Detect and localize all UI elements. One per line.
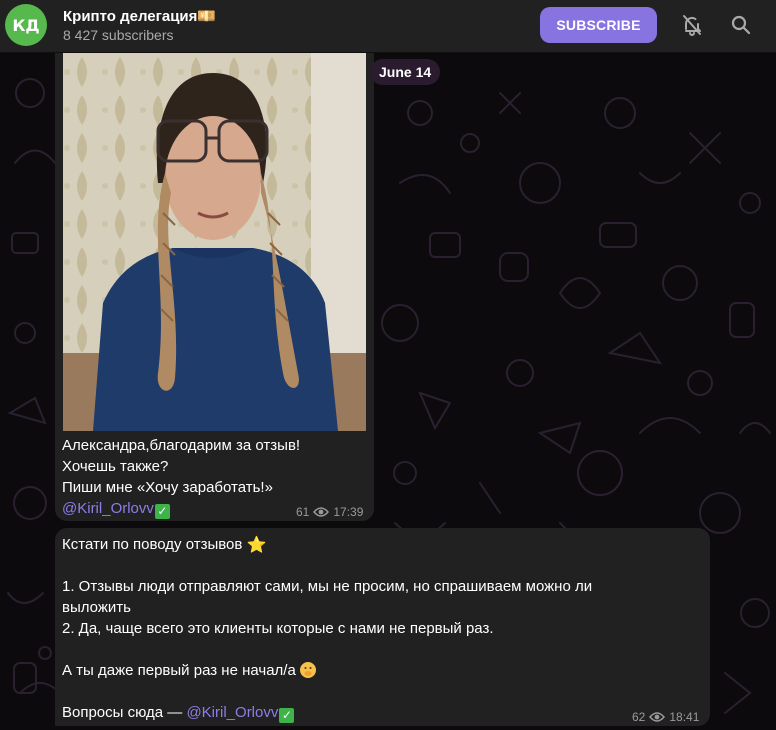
text-line: А ты даже первый раз не начал/а bbox=[62, 660, 702, 681]
bell-off-icon[interactable] bbox=[680, 13, 704, 37]
caption-line: Александра,благодарим за отзыв! bbox=[62, 437, 301, 454]
message-bubble[interactable]: Александра,благодарим за отзыв! Хочешь т… bbox=[55, 53, 374, 521]
username-link[interactable]: @Kiril_Orlovv bbox=[62, 500, 154, 517]
subscriber-count: 8 427 subscribers bbox=[63, 27, 174, 43]
message-bubble[interactable]: Кстати по поводу отзывов ⭐ 1. Отзывы люд… bbox=[55, 528, 710, 726]
text-line: 2. Да, чаще всего это клиенты которые с … bbox=[62, 620, 494, 637]
text-span: Вопросы сюда — bbox=[62, 704, 187, 721]
chat-header: КД Крипто делегация💴 8 427 subscribers S… bbox=[0, 0, 776, 53]
channel-avatar[interactable]: КД bbox=[5, 4, 47, 46]
text-line: Кстати по поводу отзывов ⭐ bbox=[62, 534, 702, 555]
text-span: Кстати по поводу отзывов bbox=[62, 536, 243, 553]
check-mark-icon: ✓ bbox=[279, 708, 295, 723]
caption-line: Пиши мне «Хочу заработать!» bbox=[62, 479, 273, 496]
message-meta: 62 18:41 bbox=[632, 710, 699, 724]
message-text: Кстати по поводу отзывов ⭐ 1. Отзывы люд… bbox=[62, 534, 702, 723]
eye-icon bbox=[313, 507, 330, 517]
message-photo[interactable] bbox=[63, 53, 366, 431]
star-icon: ⭐ bbox=[246, 535, 267, 554]
text-line: выложить bbox=[62, 599, 131, 616]
message-time: 17:39 bbox=[333, 505, 364, 519]
eye-icon bbox=[649, 712, 666, 722]
message-meta: 61 17:39 bbox=[296, 505, 363, 519]
text-span: А ты даже первый раз не начал/а bbox=[62, 662, 296, 679]
username-link[interactable]: @Kiril_Orlovv bbox=[186, 704, 278, 721]
caption-line: Хочешь также? bbox=[62, 458, 169, 475]
text-line: Вопросы сюда — @Kiril_Orlovv ✓ bbox=[62, 702, 702, 723]
text-line: 1. Отзывы люди отправляют сами, мы не пр… bbox=[62, 578, 593, 595]
face-with-hand-icon bbox=[299, 662, 316, 678]
search-icon[interactable] bbox=[729, 13, 753, 37]
view-count: 61 bbox=[296, 505, 310, 519]
view-count: 62 bbox=[632, 710, 646, 724]
channel-title[interactable]: Крипто делегация💴 bbox=[63, 7, 216, 25]
date-separator: June 14 bbox=[370, 59, 441, 85]
check-mark-icon: ✓ bbox=[154, 504, 170, 519]
subscribe-button[interactable]: SUBSCRIBE bbox=[540, 7, 657, 43]
message-time: 18:41 bbox=[669, 710, 700, 724]
